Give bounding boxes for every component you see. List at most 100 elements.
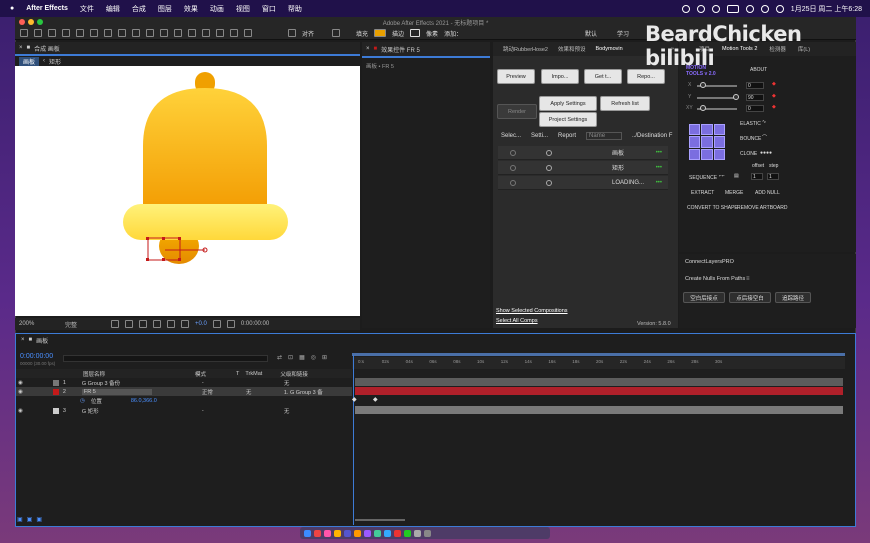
anchor-cell[interactable] (701, 148, 713, 160)
add-null-button[interactable]: ADD NULL (755, 190, 780, 196)
slider-x-knob[interactable] (700, 82, 706, 88)
col-mode[interactable]: 模式 (195, 370, 206, 378)
toggle-render-icon[interactable]: ▣ (36, 516, 42, 523)
preview-button[interactable]: Preview (497, 69, 535, 84)
stopwatch-icon[interactable]: ◷ (80, 398, 85, 404)
select-header[interactable]: Selec... (501, 133, 521, 139)
music-icon[interactable] (394, 529, 401, 537)
visibility-eye-icon[interactable]: ◉ (18, 389, 23, 395)
transform-handle[interactable] (178, 237, 181, 240)
transform-handle[interactable] (162, 237, 165, 240)
refresh-list-button[interactable]: Refresh list (600, 96, 650, 111)
anchor-cell[interactable] (689, 124, 701, 136)
comp-row[interactable]: 矩形 ••• (498, 161, 668, 175)
home-icon[interactable] (20, 29, 28, 37)
ai-icon[interactable] (354, 529, 361, 537)
clone-dots-icon[interactable]: ●●●● (760, 150, 772, 156)
breadcrumb-item[interactable]: 画板 (19, 56, 40, 66)
name-filter-input[interactable]: Name (586, 132, 623, 140)
transform-handle[interactable] (146, 258, 149, 261)
safari-icon[interactable] (384, 529, 391, 537)
layer-parent[interactable]: 1. G Group 3 备 (284, 388, 323, 396)
select-radio[interactable] (510, 179, 516, 186)
offset-input[interactable]: 1 (751, 173, 763, 180)
toggle-modes-icon[interactable]: ▣ (27, 516, 33, 523)
close-icon[interactable] (19, 19, 25, 25)
layer-search-input[interactable] (63, 355, 268, 362)
menu-view[interactable]: 视图 (236, 4, 250, 14)
clone-stamp-icon[interactable] (202, 29, 210, 37)
anchor-cell[interactable] (713, 136, 725, 148)
visibility-eye-icon[interactable]: ◉ (18, 380, 23, 386)
zoom-dropdown[interactable]: 200% (19, 321, 49, 327)
menu-help[interactable]: 帮助 (288, 4, 302, 14)
report-header[interactable]: Report (558, 133, 576, 139)
points-follow-nulls-button[interactable]: 空白后接点 (683, 292, 725, 303)
slider-xy-knob[interactable] (700, 105, 706, 111)
layer-bar[interactable] (355, 378, 843, 386)
notes-icon[interactable] (334, 529, 341, 537)
lock-icon[interactable]: ■ (27, 45, 31, 51)
slider-y-track[interactable] (697, 97, 737, 99)
align-checkbox[interactable] (288, 29, 296, 37)
apple-icon[interactable]: ● (10, 5, 14, 12)
render-button[interactable]: Render (497, 104, 537, 119)
settings-header[interactable]: Setti... (531, 133, 548, 139)
layer-mode[interactable]: - (202, 380, 232, 386)
menu-file[interactable]: 文件 (80, 4, 94, 14)
workspace-default[interactable]: 默认 (585, 29, 597, 38)
rotate-tool-icon[interactable] (118, 29, 126, 37)
fill-swatch[interactable] (374, 29, 387, 37)
breadcrumb-item[interactable]: 矩形 (49, 57, 61, 66)
col-trkmat[interactable]: TrkMat (245, 371, 262, 377)
select-radio[interactable] (510, 164, 516, 171)
visibility-eye-icon[interactable]: ◉ (18, 408, 23, 414)
col-layer-name[interactable]: 图层名称 (83, 370, 105, 378)
keyframe-icon[interactable]: ◆ (352, 396, 357, 403)
bounce-button[interactable]: BOUNCE (740, 136, 761, 142)
finder-icon[interactable] (304, 529, 311, 537)
timeline-tab-label[interactable]: 画板 (36, 336, 48, 345)
brush-tool-icon[interactable] (188, 29, 196, 37)
layer-label-color[interactable] (52, 379, 59, 386)
layer-label-color[interactable] (52, 388, 59, 395)
layer-parent[interactable]: 无 (284, 379, 290, 387)
anchor-cell[interactable] (701, 124, 713, 136)
text-tool-icon[interactable] (174, 29, 182, 37)
sequence-mode-icon[interactable]: ▤ (734, 173, 739, 179)
transform-handle[interactable] (178, 258, 181, 261)
toggle-switches-icon[interactable]: ▣ (17, 516, 23, 523)
ae-icon[interactable] (364, 529, 371, 537)
slider-x-value[interactable]: 0 (746, 82, 764, 89)
anchor-cell[interactable] (701, 136, 713, 148)
merge-button[interactable]: MERGE (725, 190, 743, 196)
comp-flowchart-icon[interactable]: ⇄ (277, 354, 282, 361)
menu-window[interactable]: 窗口 (262, 4, 276, 14)
key-dot-icon[interactable]: ◆ (772, 104, 776, 110)
menu-composition[interactable]: 合成 (132, 4, 146, 14)
nulls-follow-points-button[interactable]: 点后接空白 (729, 292, 771, 303)
anchor-cell[interactable] (689, 148, 701, 160)
effect-tab-label[interactable]: 效果控件 FR 5 (381, 45, 420, 54)
slider-y-knob[interactable] (733, 94, 739, 100)
close-icon[interactable]: × (366, 46, 370, 52)
trash-icon[interactable] (424, 529, 431, 537)
convert-to-shape-button[interactable]: CONVERT TO SHAPE (687, 205, 738, 211)
select-radio[interactable] (510, 149, 516, 156)
close-icon[interactable]: × (21, 337, 25, 343)
photos-icon[interactable] (324, 529, 331, 537)
exposure-icon[interactable] (181, 320, 189, 328)
hand-tool-icon[interactable] (48, 29, 56, 37)
wechat-icon[interactable] (374, 529, 381, 537)
messages-icon[interactable] (404, 529, 411, 537)
layer-name[interactable]: G Group 3 备份 (82, 379, 152, 387)
get-button[interactable]: Get t... (584, 69, 622, 84)
record-icon[interactable] (681, 4, 690, 13)
elastic-button[interactable]: ELASTIC (740, 121, 761, 127)
stroke-swatch[interactable] (410, 29, 421, 37)
zoom-slider[interactable] (355, 519, 405, 521)
roto-brush-icon[interactable] (230, 29, 238, 37)
snapshot-icon[interactable] (212, 320, 221, 328)
comp-menu[interactable]: ••• (656, 150, 662, 156)
layer-label-color[interactable] (52, 407, 59, 414)
